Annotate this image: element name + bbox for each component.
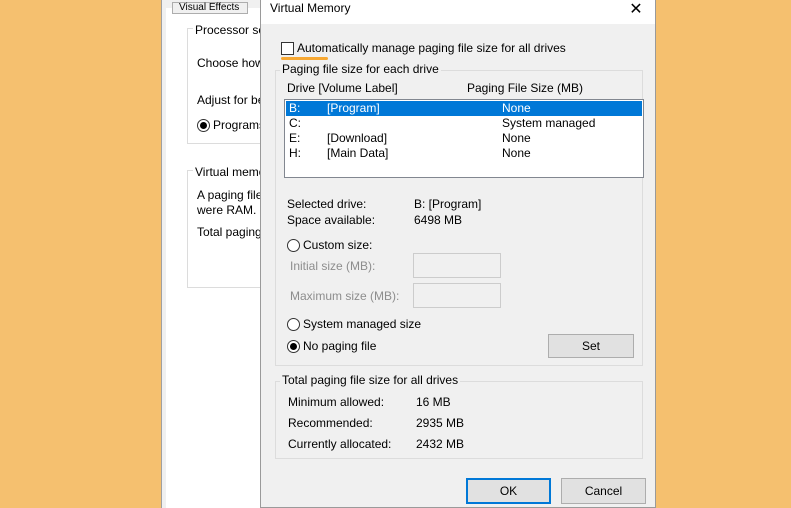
- column-header-size: Paging File Size (MB): [467, 81, 584, 95]
- virtual-memory-dialog: Virtual Memory ✕ Automatically manage pa…: [260, 0, 656, 508]
- currently-allocated-label: Currently allocated:: [288, 437, 392, 451]
- cancel-button[interactable]: Cancel: [561, 478, 646, 504]
- tab-visual-effects[interactable]: Visual Effects: [172, 2, 248, 14]
- dialog-title: Virtual Memory: [270, 1, 351, 15]
- drive-paging-size: None: [502, 101, 531, 115]
- no-paging-label[interactable]: No paging file: [303, 339, 376, 353]
- drive-paging-size: None: [502, 146, 531, 160]
- initial-size-input[interactable]: [413, 253, 501, 278]
- drive-row[interactable]: C: System managed: [286, 116, 642, 131]
- choose-text: Choose how: [197, 56, 261, 70]
- recommended-label: Recommended:: [288, 416, 373, 430]
- close-icon: ✕: [629, 1, 643, 18]
- drive-listbox[interactable]: B: [Program] None C: System managed E: [Downlo…: [284, 99, 644, 178]
- space-available-label: Space available:: [287, 213, 376, 227]
- currently-allocated-value: 2432 MB: [416, 437, 465, 451]
- paging-text-line2: were RAM.: [197, 203, 257, 217]
- system-managed-label[interactable]: System managed size: [303, 317, 421, 331]
- auto-manage-label[interactable]: Automatically manage paging file size fo…: [297, 41, 566, 55]
- adjust-text: Adjust for be: [197, 93, 261, 107]
- drive-volume-label: [Program]: [327, 101, 380, 115]
- processor-scheduling-title: Processor sch: [193, 23, 261, 37]
- drive-paging-size: None: [502, 131, 531, 145]
- initial-size-label: Initial size (MB):: [290, 259, 376, 273]
- set-button[interactable]: Set: [548, 334, 634, 358]
- performance-options-panel: Visual Effects Processor sch Choose how …: [166, 2, 261, 508]
- drive-volume-label: [Download]: [327, 131, 388, 145]
- recommended-value: 2935 MB: [416, 416, 465, 430]
- drive-volume-label: [Main Data]: [327, 146, 389, 160]
- system-managed-radio[interactable]: [287, 318, 300, 331]
- column-header-drive: Drive [Volume Label]: [287, 81, 398, 95]
- drive-letter: C:: [289, 116, 301, 130]
- maximum-size-label: Maximum size (MB):: [290, 289, 400, 303]
- total-paging-text: Total paging: [197, 225, 261, 239]
- programs-radio[interactable]: [197, 119, 210, 132]
- auto-manage-checkbox[interactable]: [281, 42, 294, 55]
- drive-letter: H:: [289, 146, 301, 160]
- custom-size-label[interactable]: Custom size:: [303, 238, 372, 252]
- title-bar[interactable]: Virtual Memory ✕: [261, 0, 655, 24]
- selected-drive-value: B: [Program]: [414, 197, 482, 211]
- selected-drive-label: Selected drive:: [287, 197, 367, 211]
- performance-options-dialog: Visual Effects Processor sch Choose how …: [161, 0, 261, 508]
- custom-size-radio[interactable]: [287, 239, 300, 252]
- drive-letter: E:: [289, 131, 301, 145]
- highlight-underline: [281, 57, 328, 60]
- drive-letter: B:: [289, 101, 301, 115]
- drive-row[interactable]: H: [Main Data] None: [286, 146, 642, 161]
- close-button[interactable]: ✕: [623, 1, 649, 21]
- space-available-value: 6498 MB: [414, 213, 463, 227]
- paging-file-group-title: Paging file size for each drive: [280, 62, 441, 76]
- ok-button[interactable]: OK: [466, 478, 551, 504]
- virtual-memory-title: Virtual memo: [193, 165, 261, 179]
- drive-paging-size: System managed: [502, 116, 596, 130]
- total-paging-group-title: Total paging file size for all drives: [280, 373, 461, 387]
- minimum-allowed-value: 16 MB: [416, 395, 451, 409]
- maximum-size-input[interactable]: [413, 283, 501, 308]
- no-paging-radio[interactable]: [287, 340, 300, 353]
- drive-row[interactable]: E: [Download] None: [286, 131, 642, 146]
- minimum-allowed-label: Minimum allowed:: [288, 395, 385, 409]
- paging-text-line1: A paging file: [197, 188, 261, 202]
- drive-row[interactable]: B: [Program] None: [286, 101, 642, 116]
- programs-label: Programs: [213, 118, 261, 132]
